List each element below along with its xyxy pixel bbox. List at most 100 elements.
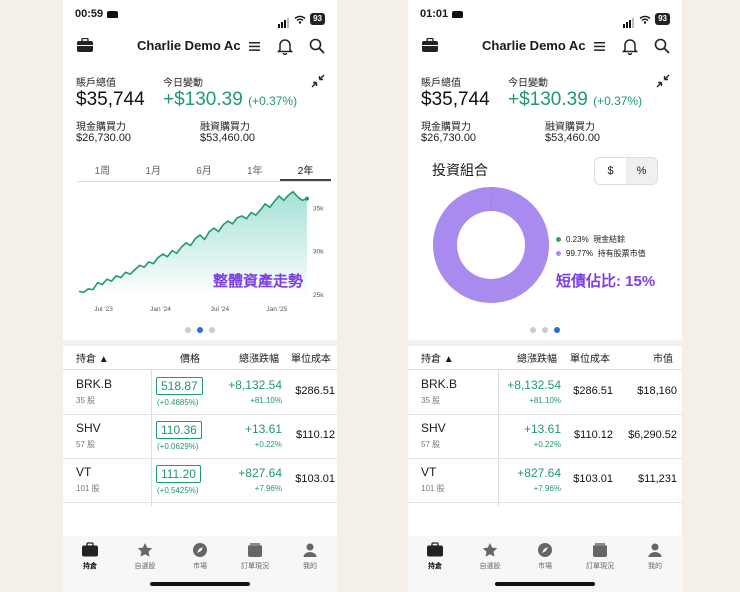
portfolio-title: 投資組合: [432, 162, 488, 178]
gain: +8,132.54: [507, 378, 561, 392]
x-tick-label: Jul '23: [94, 306, 113, 313]
nav-market[interactable]: 市場: [520, 542, 570, 571]
briefcase-icon[interactable]: [421, 38, 439, 53]
nav-orders[interactable]: 訂單現況: [575, 542, 625, 571]
page-dot[interactable]: [209, 327, 215, 333]
allocation-legend: 0.23% 現金結餘 99.77% 持有股票市值: [556, 234, 646, 262]
col-total-change[interactable]: 總漲跌幅: [517, 350, 557, 365]
table-row[interactable]: VT 101 股 111.20 (+0.5425%) +827.64 +7.96…: [63, 459, 337, 503]
page-dot-active[interactable]: [554, 327, 560, 333]
page-dot[interactable]: [542, 327, 548, 333]
legend-swatch: [556, 237, 561, 242]
y-tick-label: 35k: [313, 205, 324, 212]
unit-toggle: $ %: [594, 157, 658, 185]
gain-pct: +7.96%: [533, 484, 561, 493]
shares: 101 股: [76, 484, 100, 493]
chart-last-point: [305, 196, 309, 201]
menu-icon[interactable]: [249, 42, 260, 51]
nav-orders[interactable]: 訂單現況: [230, 542, 280, 571]
home-indicator: [150, 582, 250, 586]
wifi-icon: [639, 15, 651, 24]
page-dot-active[interactable]: [197, 327, 203, 333]
market-value: $18,160: [637, 385, 677, 397]
star-icon: [137, 543, 153, 557]
briefcase-icon[interactable]: [76, 38, 94, 53]
tab-6m[interactable]: 6月: [179, 156, 230, 181]
tab-1y[interactable]: 1年: [229, 156, 280, 181]
gain: +8,132.54: [228, 378, 282, 392]
margin-bp-label: 融資購買力: [545, 122, 595, 133]
collapse-icon[interactable]: [311, 74, 325, 88]
gain-pct: +0.22%: [254, 440, 282, 449]
pie-overlay-caption: 短債佔比: 15%: [556, 273, 656, 290]
menu-icon[interactable]: [594, 42, 605, 51]
star-icon: [482, 543, 498, 557]
nav-profile[interactable]: 我的: [630, 542, 680, 571]
collapse-icon[interactable]: [656, 74, 670, 88]
today-change: +$130.39 (+0.37%): [163, 89, 298, 110]
phone-screen-right: 01:01 93 Charlie Demo Ac 賬戶總值 $35,744 今日…: [408, 0, 682, 592]
search-icon[interactable]: [309, 38, 325, 54]
price-pct: (+0.5425%): [157, 486, 199, 495]
x-tick-label: Jan '25: [266, 306, 287, 313]
table-row[interactable]: VT 101 股 +827.64 +7.96% $103.01 $11,231: [408, 459, 682, 503]
nav-holdings[interactable]: 持倉: [65, 542, 115, 571]
phone-screen-left: 00:59 93 Charlie Demo Ac 賬戶總值 $35,744 今日…: [63, 0, 337, 592]
table-row[interactable]: SHV 57 股 110.36 (+0.0629%) +13.61 +0.22%…: [63, 415, 337, 459]
total-label: 賬戶總值: [76, 78, 116, 89]
period-tabs: 1周 1月 6月 1年 2年: [77, 156, 331, 182]
account-name[interactable]: Charlie Demo Ac: [482, 38, 586, 53]
today-label: 今日變動: [508, 78, 548, 89]
total-label: 賬戶總值: [421, 78, 461, 89]
col-holdings[interactable]: 持倉 ▲: [421, 350, 454, 365]
table-row[interactable]: SHV 57 股 +13.61 +0.22% $110.12 $6,290.52: [408, 415, 682, 459]
col-total-change[interactable]: 總漲跌幅: [239, 350, 279, 365]
donut-slice-stocks: [433, 187, 549, 303]
signal-icon: [623, 10, 635, 28]
col-unit-cost[interactable]: 單位成本: [570, 350, 610, 365]
compass-icon: [538, 543, 552, 557]
signal-icon: [278, 10, 290, 28]
legend-stocks: 99.77% 持有股票市值: [556, 248, 646, 259]
gain-pct: +81.10%: [529, 396, 561, 405]
x-tick-label: Jan '24: [150, 306, 171, 313]
top-bar: Charlie Demo Ac: [63, 34, 337, 60]
toggle-percent[interactable]: %: [626, 158, 657, 184]
today-label: 今日變動: [163, 78, 203, 89]
chart-overlay-caption: 整體資產走勢: [213, 273, 304, 290]
nav-market[interactable]: 市場: [175, 542, 225, 571]
page-dot[interactable]: [530, 327, 536, 333]
battery-icon: 93: [310, 13, 325, 25]
clock: 01:01: [420, 8, 449, 20]
toggle-dollar[interactable]: $: [595, 158, 626, 184]
shares: 35 股: [76, 396, 96, 405]
table-row[interactable]: BRK.B 35 股 518.87 (+0.4685%) +8,132.54 +…: [63, 371, 337, 415]
bell-icon[interactable]: [277, 37, 293, 55]
margin-bp-value: $53,460.00: [545, 132, 601, 144]
col-holdings[interactable]: 持倉 ▲: [76, 350, 109, 365]
search-icon[interactable]: [654, 38, 670, 54]
unit-cost: $103.01: [295, 473, 335, 485]
nav-watchlist[interactable]: 自選股: [120, 542, 170, 571]
gain: +13.61: [244, 422, 282, 436]
col-market-value[interactable]: 市值: [653, 350, 673, 365]
bottom-nav: 持倉 自選股 市場 訂單現況 我的: [408, 536, 682, 592]
tab-2y[interactable]: 2年: [280, 156, 331, 181]
nav-holdings[interactable]: 持倉: [410, 542, 460, 571]
table-row[interactable]: BRK.B 35 股 +8,132.54 +81.10% $286.51 $18…: [408, 371, 682, 415]
col-price[interactable]: 價格: [180, 350, 200, 365]
account-summary: 賬戶總值 $35,744 今日變動 +$130.39 (+0.37%) 現金購買…: [63, 72, 337, 152]
cash-bp-value: $26,730.00: [421, 132, 477, 144]
shares: 35 股: [421, 396, 441, 405]
tab-1w[interactable]: 1周: [77, 156, 128, 181]
account-name[interactable]: Charlie Demo Ac: [137, 38, 241, 53]
shares: 57 股: [76, 440, 96, 449]
col-unit-cost[interactable]: 單位成本: [291, 350, 331, 365]
page-dot[interactable]: [185, 327, 191, 333]
nav-profile[interactable]: 我的: [285, 542, 335, 571]
bell-icon[interactable]: [622, 37, 638, 55]
nav-watchlist[interactable]: 自選股: [465, 542, 515, 571]
today-pct: (+0.37%): [593, 94, 643, 108]
market-value: $6,290.52: [628, 429, 677, 441]
tab-1m[interactable]: 1月: [128, 156, 179, 181]
